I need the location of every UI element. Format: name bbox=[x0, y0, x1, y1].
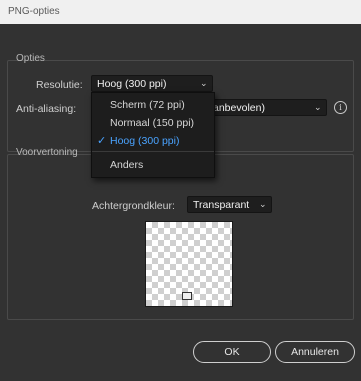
window-title: PNG-opties bbox=[8, 6, 60, 17]
cancel-button[interactable]: Annuleren bbox=[275, 341, 355, 363]
menu-item-other[interactable]: Anders bbox=[92, 156, 214, 174]
info-icon[interactable]: i bbox=[334, 101, 347, 114]
checkmark-icon: ✓ bbox=[97, 135, 107, 147]
antialias-label: Anti-aliasing: bbox=[16, 103, 77, 115]
menu-item-normal[interactable]: Normaal (150 ppi) bbox=[92, 114, 214, 132]
image-icon bbox=[182, 292, 192, 300]
menu-separator bbox=[92, 151, 214, 152]
antialias-select-value: anbevolen) bbox=[213, 102, 265, 114]
menu-item-screen[interactable]: Scherm (72 ppi) bbox=[92, 96, 214, 114]
menu-item-high[interactable]: ✓ Hoog (300 ppi) bbox=[92, 132, 214, 150]
chevron-down-icon: ⌄ bbox=[200, 78, 208, 88]
preview-legend: Voorvertoning bbox=[16, 147, 78, 158]
resolution-label: Resolutie: bbox=[36, 79, 83, 91]
background-color-value: Transparant bbox=[193, 199, 250, 211]
resolution-select-value: Hoog (300 ppi) bbox=[97, 78, 167, 90]
ok-button[interactable]: OK bbox=[193, 341, 271, 363]
chevron-down-icon: ⌄ bbox=[259, 199, 267, 209]
background-color-label: Achtergrondkleur: bbox=[92, 200, 175, 212]
resolution-dropdown-menu: Scherm (72 ppi) Normaal (150 ppi) ✓ Hoog… bbox=[91, 92, 215, 178]
resolution-select[interactable]: Hoog (300 ppi) ⌄ bbox=[91, 75, 213, 92]
window-titlebar: PNG-opties bbox=[0, 0, 361, 24]
transparency-preview bbox=[145, 221, 233, 307]
chevron-down-icon: ⌄ bbox=[314, 102, 322, 112]
options-legend: Opties bbox=[16, 53, 45, 64]
background-color-select[interactable]: Transparant ⌄ bbox=[187, 196, 272, 213]
